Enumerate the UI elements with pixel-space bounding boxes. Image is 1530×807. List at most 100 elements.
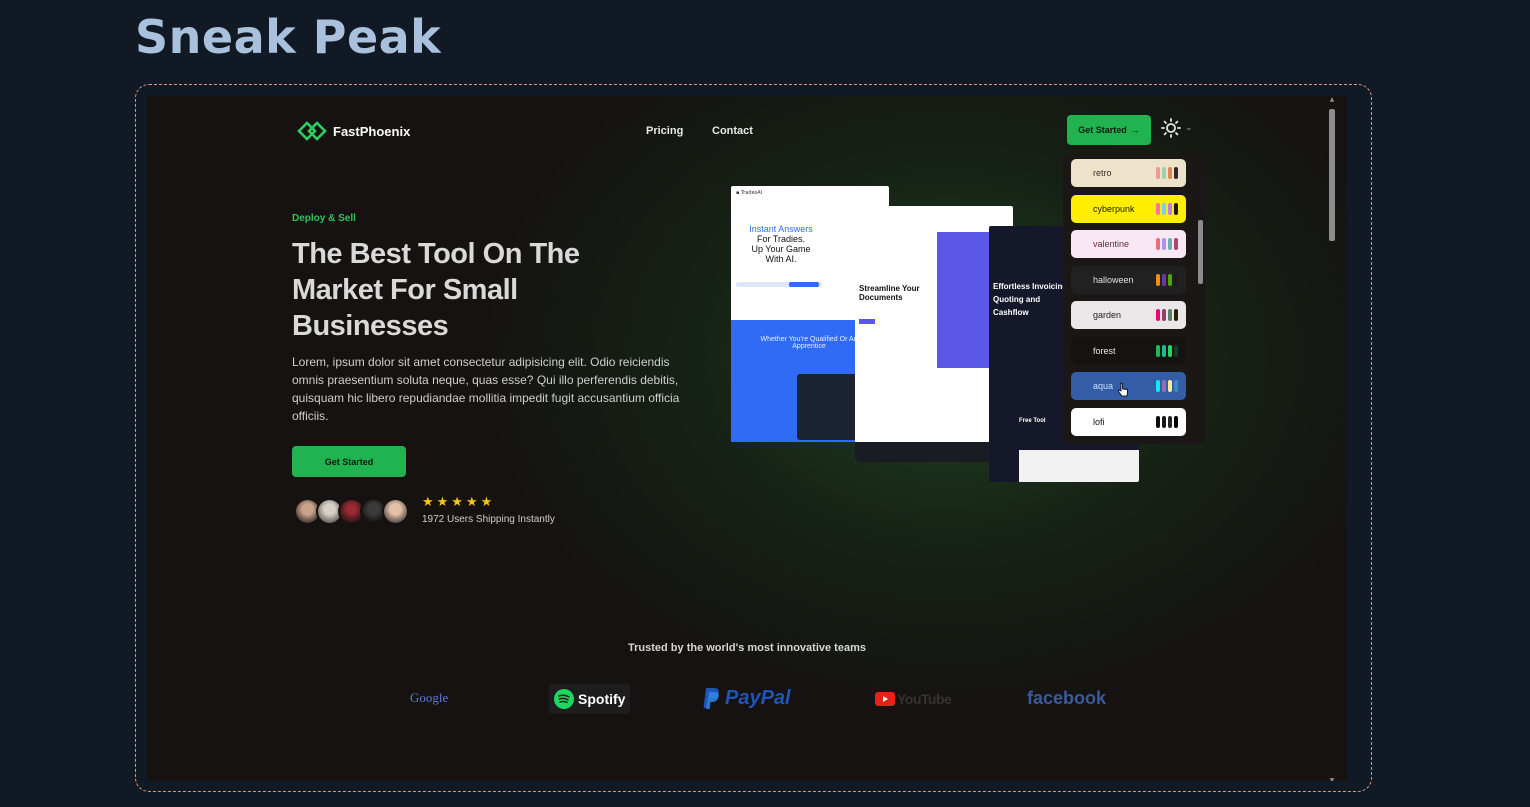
theme-swatch [1174,167,1178,179]
trusted-heading: Trusted by the world's most innovative t… [628,642,866,654]
theme-option-valentine[interactable]: valentine [1071,230,1186,258]
theme-dropdown[interactable]: retro cyberpunk valentine halloween garden fo… [1063,154,1205,444]
theme-swatch [1156,344,1160,357]
hero-headline: The Best Tool On The Market For Small Bu… [292,238,580,342]
theme-swatches [1156,344,1178,357]
logo[interactable]: FastPhoenix [297,120,410,142]
theme-option-label: forest [1093,345,1116,356]
theme-swatch [1168,309,1172,321]
mockup-headline: Streamline Your Documents [859,284,920,302]
mockup-button [859,319,875,324]
theme-swatch [1174,344,1178,357]
user-avatars [294,498,409,525]
theme-option-halloween[interactable]: halloween [1071,265,1186,294]
theme-swatch [1174,273,1178,286]
theme-option-lofi[interactable]: lofi [1071,407,1186,436]
theme-swatch [1162,380,1166,392]
theme-swatch [1174,202,1178,215]
brand-paypal: PayPal [703,686,791,710]
theme-swatch [1168,273,1172,286]
theme-swatches [1156,202,1178,215]
theme-option-label: valentine [1093,239,1130,249]
theme-option-label: retro [1093,168,1112,178]
theme-option-label: aqua [1093,381,1114,391]
nav-get-started-button[interactable]: Get Started → [1067,115,1151,145]
hero-get-started-button[interactable]: Get Started [292,446,406,477]
theme-swatches [1156,415,1178,428]
mockup-subtext: Whether You're Qualified Or An Apprentic… [760,336,858,350]
theme-swatch [1162,167,1166,179]
logo-icon [297,121,327,141]
mockup-brand: ▪ TradesAI [736,190,763,196]
hero-eyebrow: Deploy & Sell [292,213,356,224]
logo-text: FastPhoenix [333,123,411,139]
brand-facebook: facebook [1027,688,1107,708]
theme-swatch [1156,202,1160,215]
brand-spotify: Spotify [549,684,630,714]
theme-swatch [1168,202,1172,215]
brand-youtube: YouTube [875,691,952,707]
theme-swatch [1162,273,1166,286]
theme-swatches [1156,273,1178,286]
dropdown-scrollbar[interactable] [1198,220,1203,284]
theme-swatch [1174,380,1178,392]
theme-option-forest[interactable]: forest [1071,336,1186,365]
theme-option-label: cyberpunk [1093,203,1135,214]
spotify-icon [554,689,574,709]
theme-swatch [1168,344,1172,357]
theme-swatch [1168,238,1172,250]
nav-cta-label: Get Started [1078,125,1127,135]
avatar [382,498,409,525]
theme-option-label: garden [1093,310,1122,320]
chevron-down-icon: ⌄ [1185,123,1193,133]
theme-swatch [1156,238,1160,250]
theme-toggle[interactable]: ⌄ [1161,118,1193,138]
pointer-cursor-icon [1118,382,1128,397]
theme-swatch [1156,415,1160,428]
theme-swatch [1162,309,1166,321]
theme-option-cyberpunk[interactable]: cyberpunk [1071,194,1186,223]
theme-swatches [1156,238,1178,250]
hero-description: Lorem, ipsum dolor sit amet consectetur … [292,355,680,423]
theme-swatch [1168,415,1172,428]
theme-swatch [1162,415,1166,428]
theme-swatch [1168,167,1172,179]
scroll-down-icon[interactable]: ▼ [1329,777,1335,781]
theme-swatch [1162,238,1166,250]
theme-swatch [1156,309,1160,321]
rating-stars: ★★★★★ [422,495,496,510]
theme-option-retro[interactable]: retro [1071,159,1186,187]
theme-swatches [1156,167,1178,179]
theme-swatch [1174,415,1178,428]
mockup-light-panel [1019,450,1139,482]
theme-swatch [1174,238,1178,250]
scroll-up-icon[interactable]: ▲ [1329,96,1335,103]
theme-swatches [1156,309,1178,321]
theme-swatch [1156,167,1160,179]
mockup-app-panel [797,374,857,440]
nav-link-pricing[interactable]: Pricing [646,125,683,137]
theme-swatch [1162,202,1166,215]
theme-option-garden[interactable]: garden [1071,301,1186,329]
preview-screen: FastPhoenix Pricing Contact Get Started … [147,96,1347,781]
scrollbar-thumb[interactable] [1329,109,1335,241]
mockup-headline: Instant Answers For Tradies. Up Your Gam… [749,224,813,264]
page-title: Sneak Peak [135,10,442,64]
arrow-right-icon: → [1130,125,1140,135]
theme-swatch [1174,309,1178,321]
nav-link-contact[interactable]: Contact [712,125,753,137]
social-proof-text: 1972 Users Shipping Instantly [422,514,555,525]
mockup-footer-text: Free Tool [1019,418,1046,424]
page-scrollbar[interactable]: ▲ ▼ [1329,96,1335,781]
paypal-icon [703,688,719,709]
theme-swatch [1156,273,1160,286]
theme-swatch [1168,380,1172,392]
sun-icon [1161,118,1181,138]
theme-swatch [1162,344,1166,357]
theme-swatches [1156,380,1178,392]
theme-swatch [1156,380,1160,392]
brand-google: Google [410,690,449,705]
youtube-icon [875,692,895,706]
theme-option-label: halloween [1093,274,1134,285]
mockup-headline: Effortless Invoicing, Quoting and Cashfl… [993,282,1070,317]
